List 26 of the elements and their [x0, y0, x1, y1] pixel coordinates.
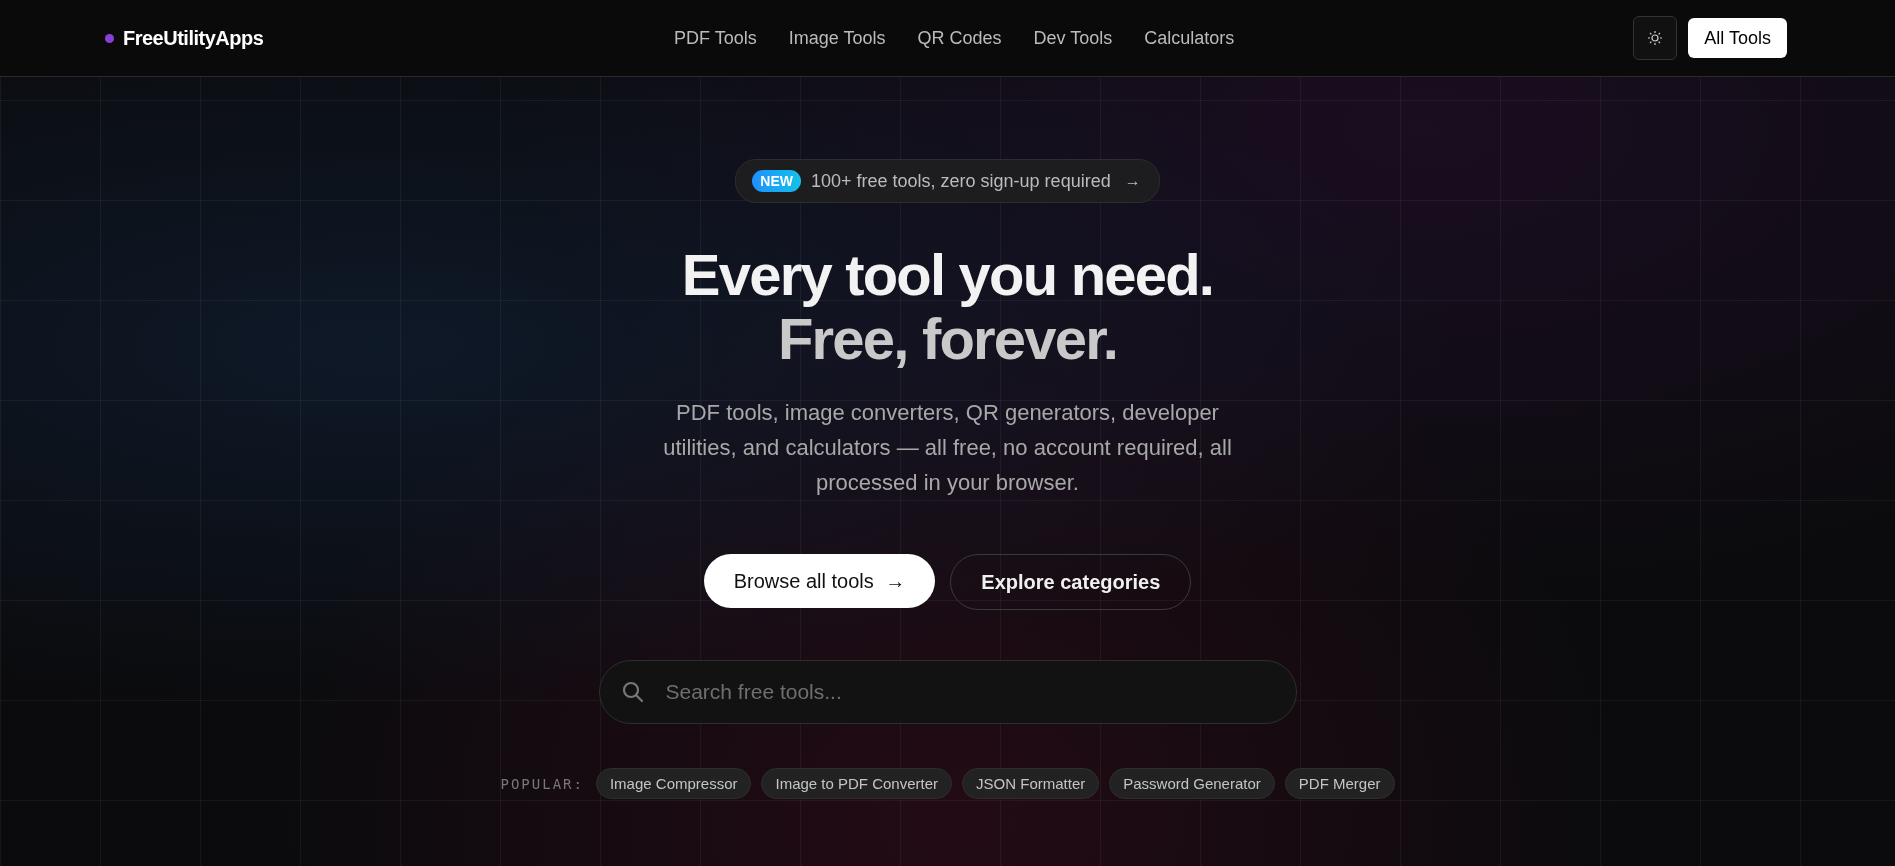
- hero-title: Every tool you need.: [681, 243, 1214, 307]
- search-icon: [620, 680, 645, 704]
- announcement-pill[interactable]: NEW 100+ free tools, zero sign-up required →: [735, 159, 1160, 203]
- announcement-text: 100+ free tools, zero sign-up required: [811, 170, 1111, 192]
- search-field[interactable]: Search free tools...: [598, 660, 1297, 724]
- popular-label: POPULAR:: [500, 775, 584, 792]
- hero-subtitle: PDF tools, image converters, QR generators, developer utilities, and calculators — all free, no account required, all processed in your browser.: [662, 399, 1233, 497]
- nav-link[interactable]: Image Tools: [788, 27, 886, 49]
- popular-tool-chip[interactable]: Image to PDF Converter: [761, 768, 953, 799]
- arrow-icon: →: [1124, 172, 1141, 190]
- hero-title: Free, forever.: [777, 307, 1118, 371]
- popular-tool-chip[interactable]: Image Compressor: [595, 768, 752, 799]
- popular-tool-chip[interactable]: JSON Formatter: [962, 768, 1100, 799]
- logo-link[interactable]: FreeUtilityApps: [123, 26, 264, 50]
- browse-tools-button[interactable]: Browse all tools →: [703, 554, 936, 608]
- popular-tool-chip[interactable]: PDF Merger: [1284, 768, 1395, 799]
- nav-link[interactable]: PDF Tools: [674, 27, 757, 49]
- logo-dot-icon: [105, 33, 114, 43]
- theme-toggle-button[interactable]: [1633, 16, 1678, 60]
- popular-tool-chip[interactable]: Password Generator: [1109, 768, 1275, 799]
- nav-link[interactable]: QR Codes: [917, 27, 1002, 49]
- new-badge: NEW: [752, 170, 801, 192]
- nav-link[interactable]: Dev Tools: [1033, 27, 1113, 49]
- nav-link[interactable]: Calculators: [1144, 27, 1235, 49]
- sun-icon: [1647, 30, 1664, 46]
- all-tools-button[interactable]: All Tools: [1688, 18, 1787, 58]
